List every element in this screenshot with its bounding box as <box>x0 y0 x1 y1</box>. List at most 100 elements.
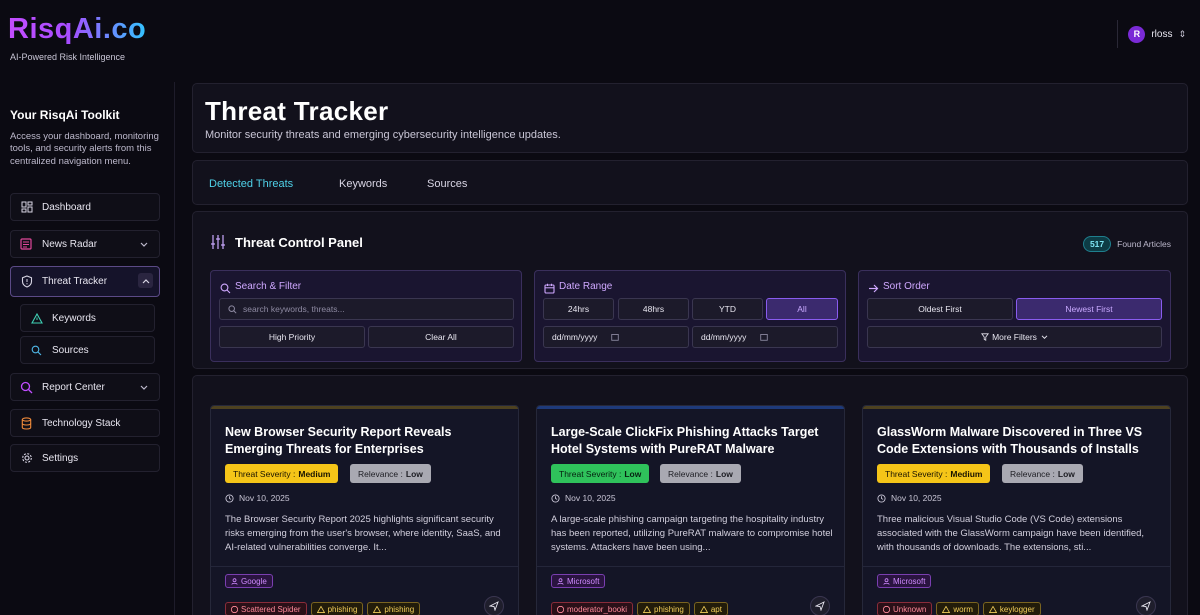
search-filter-box: Search & Filter search keywords, threats… <box>210 270 522 362</box>
tab-detected-threats[interactable]: Detected Threats <box>209 178 293 190</box>
sort-oldest-button[interactable]: Oldest First <box>867 298 1013 320</box>
high-priority-button[interactable]: High Priority <box>219 326 365 348</box>
date-ytd-button[interactable]: YTD <box>692 298 763 320</box>
brand-logo[interactable]: RisqAi.co <box>8 13 146 46</box>
search-icon <box>220 281 231 299</box>
card-accent-bar <box>863 406 1170 409</box>
sidebar-description: Access your dashboard, monitoring tools,… <box>10 131 159 167</box>
sidebar-item-keywords[interactable]: Keywords <box>20 304 155 332</box>
date-from-field[interactable]: dd/mm/yyyy <box>543 326 689 348</box>
sidebar-item-technology-stack[interactable]: Technology Stack <box>10 409 160 437</box>
send-icon <box>489 601 499 611</box>
sidebar: Your RisqAi Toolkit Access your dashboar… <box>0 82 175 615</box>
article-title[interactable]: Large-Scale ClickFix Phishing Attacks Ta… <box>551 424 836 458</box>
sort-order-title: Sort Order <box>883 281 930 292</box>
sort-newest-button[interactable]: Newest First <box>1016 298 1162 320</box>
article-excerpt: The Browser Security Report 2025 highlig… <box>225 514 501 553</box>
date-all-button[interactable]: All <box>766 298 838 320</box>
date-from-placeholder: dd/mm/yyyy <box>552 332 598 342</box>
article-card[interactable]: Large-Scale ClickFix Phishing Attacks Ta… <box>536 405 845 615</box>
org-tag[interactable]: Microsoft <box>551 574 606 588</box>
keyword-tag[interactable]: apt <box>693 602 728 615</box>
relevance-value: Low <box>1057 468 1075 479</box>
sidebar-item-sources[interactable]: Sources <box>20 336 155 364</box>
sidebar-title: Your RisqAi Toolkit <box>10 108 120 122</box>
article-card[interactable]: New Browser Security Report Reveals Emer… <box>210 405 519 615</box>
warning-triangle-icon <box>643 605 652 613</box>
avatar: R <box>1128 25 1146 43</box>
relevance-label: Relevance : <box>668 468 713 479</box>
threat-actor-label: Unknown <box>893 604 927 614</box>
sidebar-item-threat-tracker[interactable]: Threat Tracker <box>10 266 160 297</box>
sidebar-item-report-center[interactable]: Report Center <box>10 373 160 401</box>
severity-badge: Threat Severity : Medium <box>225 464 339 483</box>
chevron-down-icon[interactable] <box>138 239 150 251</box>
chevron-down-icon[interactable] <box>138 382 150 394</box>
card-divider <box>211 566 518 567</box>
more-filters-button[interactable]: More Filters <box>867 326 1162 348</box>
date-48hrs-button[interactable]: 48hrs <box>618 298 689 320</box>
date-to-field[interactable]: dd/mm/yyyy <box>692 326 838 348</box>
relevance-badge: Relevance : Low <box>1002 464 1083 483</box>
page-subtitle: Monitor security threats and emerging cy… <box>205 129 561 141</box>
search-icon <box>228 304 237 314</box>
user-icon <box>231 577 238 585</box>
user-icon <box>557 577 564 585</box>
org-tag-label: Microsoft <box>567 576 600 586</box>
keyword-tag[interactable]: keylogger <box>982 602 1041 615</box>
sidebar-item-dashboard[interactable]: Dashboard <box>10 193 160 221</box>
found-label: Found Articles <box>1117 239 1171 249</box>
keyword-tag[interactable]: phishing <box>637 602 690 615</box>
keyword-tag[interactable]: phishing <box>367 602 421 615</box>
threat-actor-tag[interactable]: Scattered Spider <box>225 602 307 615</box>
org-tag[interactable]: Google <box>225 574 273 588</box>
article-card[interactable]: GlassWorm Malware Discovered in Three VS… <box>862 405 1171 615</box>
keyword-label: phishing <box>327 604 358 614</box>
chevrons-icon: ⇕ <box>1178 28 1186 39</box>
keyword-tag[interactable]: phishing <box>310 602 364 615</box>
user-menu[interactable]: R rloss ⇕ <box>1117 20 1186 48</box>
calendar-icon <box>544 281 555 299</box>
tab-sources[interactable]: Sources <box>427 178 467 190</box>
gear-icon <box>20 452 33 465</box>
tab-keywords[interactable]: Keywords <box>339 178 387 190</box>
found-articles: 517 Found Articles <box>1082 236 1171 252</box>
search-input[interactable]: search keywords, threats... <box>219 298 514 320</box>
brand-tagline: AI-Powered Risk Intelligence <box>10 52 126 62</box>
keyword-tag[interactable]: worm <box>936 602 979 615</box>
octagon-icon <box>883 605 890 613</box>
org-tag-label: Google <box>241 576 267 586</box>
share-button[interactable] <box>484 596 504 615</box>
threat-actor-tag[interactable]: Unknown <box>877 602 933 615</box>
threat-actor-tag[interactable]: moderator_booki <box>551 602 634 615</box>
page-title: Threat Tracker <box>205 96 389 126</box>
tag-list: moderator_booki phishing apt <box>551 602 728 615</box>
sidebar-item-label: Report Center <box>42 381 105 393</box>
clear-all-button[interactable]: Clear All <box>368 326 514 348</box>
keyword-label: keylogger <box>999 604 1035 614</box>
org-tag[interactable]: Microsoft <box>877 574 932 588</box>
octagon-icon <box>231 605 238 613</box>
share-button[interactable] <box>810 596 830 615</box>
date-24hrs-button[interactable]: 24hrs <box>543 298 614 320</box>
severity-label: Threat Severity : <box>559 468 622 479</box>
relevance-value: Low <box>715 468 733 479</box>
relevance-label: Relevance : <box>1010 468 1055 479</box>
severity-label: Threat Severity : <box>233 468 296 479</box>
sidebar-item-label: News Radar <box>42 238 98 250</box>
article-title[interactable]: GlassWorm Malware Discovered in Three VS… <box>877 424 1162 458</box>
article-title[interactable]: New Browser Security Report Reveals Emer… <box>225 424 510 458</box>
chevron-up-icon[interactable] <box>138 273 153 288</box>
search-placeholder: search keywords, threats... <box>243 304 345 314</box>
app-root: RisqAi.co AI-Powered Risk Intelligence R… <box>0 0 1200 615</box>
sidebar-item-label: Settings <box>42 452 79 464</box>
share-button[interactable] <box>1136 596 1156 615</box>
warning-triangle-icon <box>988 605 997 613</box>
warning-triangle-icon <box>699 605 708 613</box>
sidebar-item-news-radar[interactable]: News Radar <box>10 230 160 258</box>
sidebar-item-settings[interactable]: Settings <box>10 444 160 472</box>
user-name: rloss <box>1151 28 1173 40</box>
date-range-box: Date Range 24hrs 48hrs YTD All dd/mm/yyy… <box>534 270 846 362</box>
tab-bar: Detected Threats Keywords Sources <box>192 160 1188 205</box>
octagon-icon <box>557 605 564 613</box>
